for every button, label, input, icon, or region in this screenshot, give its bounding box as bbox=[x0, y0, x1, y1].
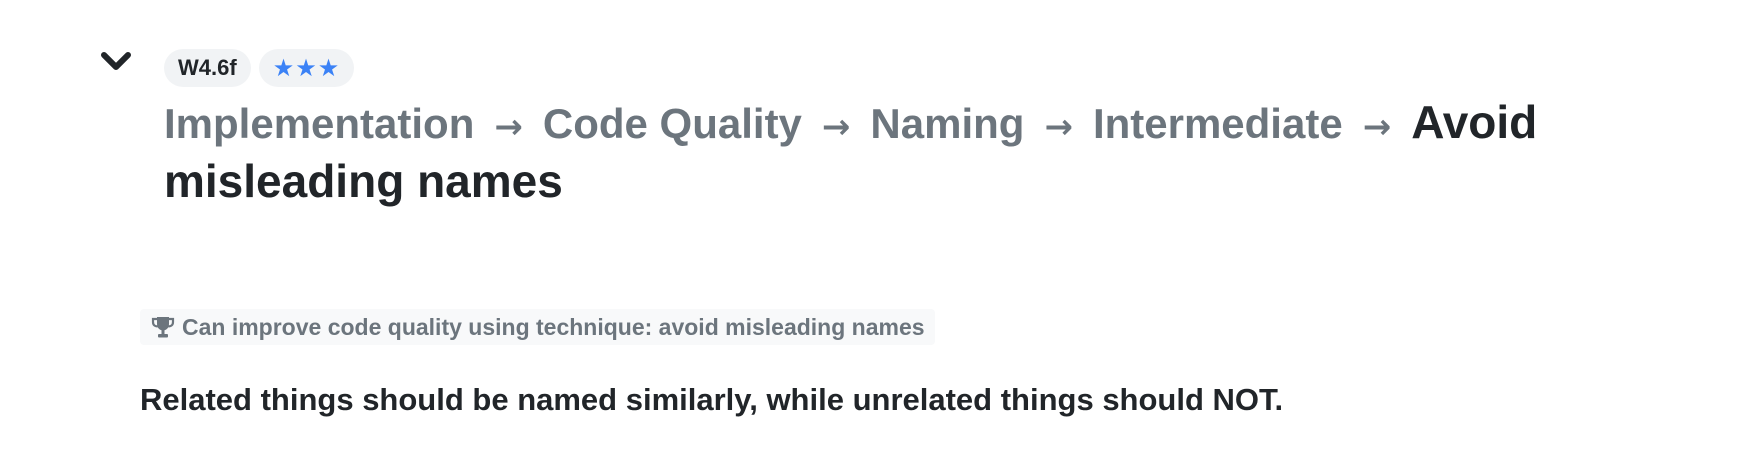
id-badge: W4.6f bbox=[164, 49, 251, 87]
trophy-icon bbox=[151, 317, 175, 338]
chevron-down-icon bbox=[101, 52, 131, 70]
breadcrumb-item-intermediate: Intermediate bbox=[1092, 100, 1343, 147]
section-description: Related things should be named similarly… bbox=[140, 382, 1284, 417]
breadcrumb-item-implementation: Implementation bbox=[164, 100, 475, 147]
achievement-text: Can improve code quality using technique… bbox=[182, 313, 925, 340]
achievement-badge: Can improve code quality using technique… bbox=[140, 309, 935, 345]
difficulty-stars-badge: ★★★ bbox=[258, 49, 355, 87]
collapse-toggle-button[interactable] bbox=[100, 50, 132, 74]
breadcrumb-arrow-icon: → bbox=[1044, 107, 1073, 147]
breadcrumb-item-naming: Naming bbox=[870, 100, 1025, 147]
breadcrumb-arrow-icon: → bbox=[821, 107, 851, 147]
badge-row: W4.6f ★★★ bbox=[164, 49, 1564, 87]
section-header: W4.6f ★★★ Implementation → Code Quality → Na… bbox=[164, 49, 1564, 210]
breadcrumb-arrow-icon: → bbox=[494, 107, 523, 147]
breadcrumb-arrow-icon: → bbox=[1362, 107, 1392, 147]
breadcrumb: Implementation → Code Quality → Naming → Inter… bbox=[164, 95, 1564, 210]
breadcrumb-item-code-quality: Code Quality bbox=[542, 100, 802, 147]
